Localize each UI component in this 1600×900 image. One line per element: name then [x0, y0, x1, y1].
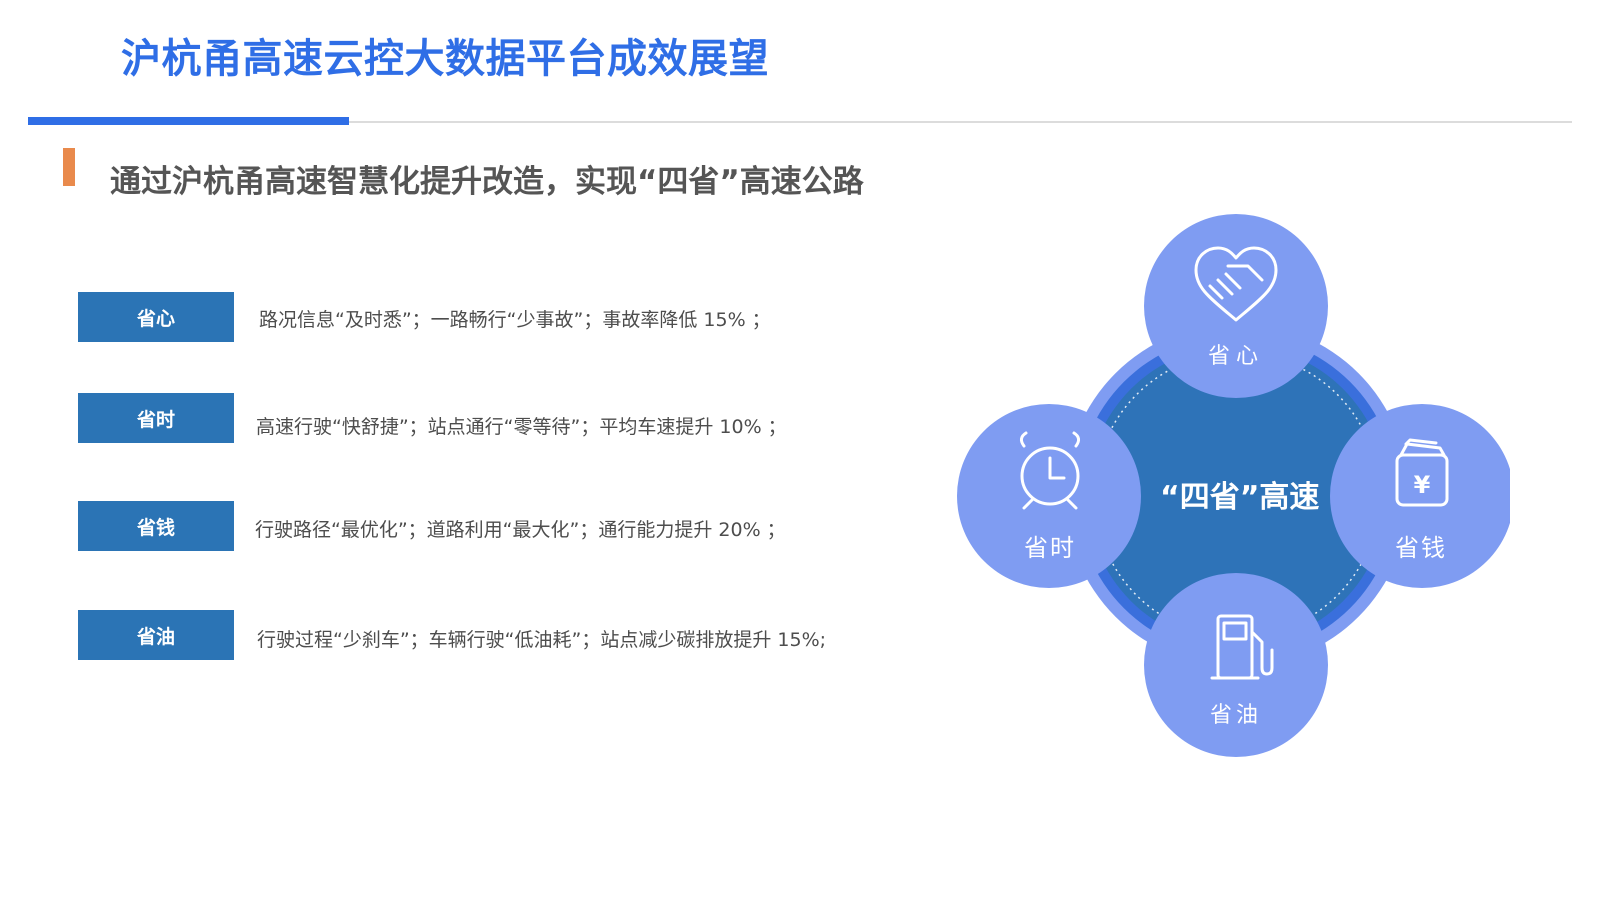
row-text-shengqian: 行驶路径“最优化”；道路利用“最大化”；通行能力提升 20% ； — [255, 519, 786, 541]
row-label-shengqian: 省钱 — [78, 501, 234, 551]
subtitle-accent-bar — [63, 148, 75, 186]
four-savings-diagram: “四省”高速 省心 省时 ¥ 省钱 省油 — [957, 214, 1510, 757]
node-label-shengqian: 省钱 — [1395, 534, 1447, 562]
node-label-shengyou: 省油 — [1210, 703, 1262, 728]
node-top-shengxin: 省心 — [1144, 214, 1328, 398]
node-left-shengshi: 省时 — [957, 404, 1141, 588]
row-text-shengyou: 行驶过程“少刹车”；车辆行驶“低油耗”；站点减少碳排放提升 15%; — [257, 629, 827, 651]
row-text-shengshi: 高速行驶“快舒捷”；站点通行“零等待”；平均车速提升 10% ； — [256, 416, 787, 438]
node-label-shengxin: 省心 — [1208, 344, 1264, 369]
node-bottom-shengyou: 省油 — [1144, 573, 1328, 757]
row-label-shengxin: 省心 — [78, 292, 234, 342]
section-subtitle: 通过沪杭甬高速智慧化提升改造，实现“四省”高速公路 — [110, 164, 864, 200]
yen-glyph: ¥ — [1414, 471, 1431, 499]
row-label-shengyou: 省油 — [78, 610, 234, 660]
row-text-shengxin: 路况信息“及时悉”；一路畅行“少事故”；事故率降低 15% ； — [259, 309, 771, 331]
node-label-shengshi: 省时 — [1024, 534, 1076, 562]
header-accent-line — [28, 117, 349, 125]
row-label-shengshi: 省时 — [78, 393, 234, 443]
node-right-shengqian: ¥ 省钱 — [1330, 404, 1510, 588]
page-title: 沪杭甬高速云控大数据平台成效展望 — [121, 36, 769, 82]
center-text: “四省”高速 — [1160, 480, 1319, 515]
